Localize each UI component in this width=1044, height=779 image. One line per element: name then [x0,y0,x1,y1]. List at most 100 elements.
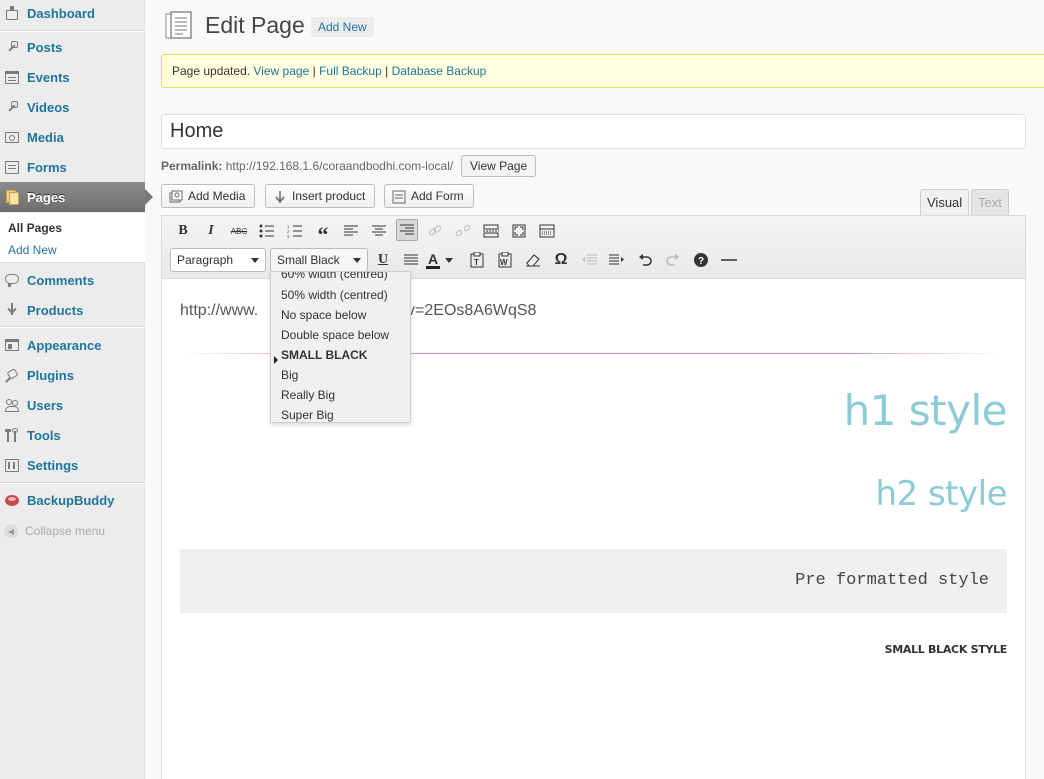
menu-label: Pages [27,189,66,205]
permalink: Permalink: http://192.168.1.6/coraandbod… [161,159,453,173]
unlink-button[interactable] [452,220,474,242]
numbered-list-icon: 123 [287,224,302,238]
align-center-button[interactable] [368,220,390,242]
format-select[interactable]: Paragraph [170,248,266,272]
eraser-icon [526,254,540,267]
add-media-icon [169,189,183,203]
align-right-icon [400,224,414,235]
menu-products[interactable]: Products [0,295,145,325]
text-color-icon: A [426,250,441,269]
styles-select[interactable]: Small Black [270,248,368,272]
strikethrough-button[interactable]: ABC [228,220,250,242]
menu-label: Events [27,69,70,85]
menu-label: Videos [27,99,70,115]
appearance-icon [4,337,20,353]
italic-button[interactable]: I [200,220,222,242]
add-form-button[interactable]: Add Form [384,184,474,208]
menu-comments[interactable]: Comments [0,265,145,295]
omega-icon: Ω [554,251,568,268]
collapse-menu-button[interactable]: ◀ Collapse menu [4,524,105,538]
add-media-button[interactable]: Add Media [161,184,256,208]
insert-product-button[interactable]: Insert product [265,184,376,208]
kitchen-sink-button[interactable] [536,220,558,242]
plugin-icon [4,367,20,383]
paste-text-button[interactable]: T [466,249,488,271]
outdent-button[interactable] [578,249,600,271]
menu-label: Products [27,302,84,318]
fullscreen-icon [512,224,526,238]
justify-button[interactable] [400,249,422,271]
numbered-list-button[interactable]: 123 [284,220,306,242]
fullscreen-button[interactable] [508,220,530,242]
users-icon [4,397,20,413]
menu-plugins[interactable]: Plugins [0,360,145,390]
tab-text[interactable]: Text [971,189,1009,215]
submenu-add-new[interactable]: Add New [8,243,57,257]
update-notice: Page updated. View page | Full Backup | … [161,54,1044,88]
post-title-input[interactable]: Home [161,114,1026,149]
style-option[interactable]: Super Big [281,408,334,422]
style-option[interactable]: Double space below [281,328,389,342]
menu-backupbuddy[interactable]: BackupBuddy [0,485,145,515]
indent-button[interactable] [606,249,628,271]
submenu-all-pages[interactable]: All Pages [8,221,62,235]
permalink-url[interactable]: http://192.168.1.6/coraandbodhi.com-loca… [226,159,453,173]
link-icon [428,225,442,236]
menu-pages[interactable]: Pages [0,182,153,212]
align-left-button[interactable] [340,220,362,242]
form-icon [392,189,406,204]
database-backup-link[interactable]: Database Backup [392,64,487,78]
arrow-down-icon [273,189,287,204]
style-option[interactable]: 50% width (centred) [281,288,388,302]
menu-users[interactable]: Users [0,390,145,420]
view-page-link[interactable]: View page [253,64,309,78]
pages-icon [4,189,20,205]
menu-appearance[interactable]: Appearance [0,330,145,360]
insert-link-button[interactable] [424,220,446,242]
pages-submenu: All Pages Add New [0,213,145,263]
style-option[interactable]: Big [281,368,298,382]
menu-label: Dashboard [27,5,95,21]
paste-word-button[interactable]: W [494,249,516,271]
insert-more-button[interactable] [480,220,502,242]
blockquote-button[interactable]: “ [312,220,334,246]
menu-events[interactable]: Events [0,62,145,92]
redo-button[interactable] [662,249,684,271]
menu-dashboard[interactable]: Dashboard [0,0,145,28]
align-left-icon [344,225,358,236]
content-h2: h2 style [875,474,1007,514]
help-button[interactable]: ? [690,249,712,271]
view-page-button[interactable]: View Page [461,155,537,177]
style-option[interactable]: Really Big [281,388,335,402]
bold-button[interactable]: B [172,220,194,242]
full-backup-link[interactable]: Full Backup [319,64,382,78]
bullet-list-icon [259,224,274,238]
content-small-black: SMALL BLACK STYLE [884,643,1008,656]
underline-button[interactable]: U [372,249,394,271]
pushpin-icon [4,39,20,55]
align-justify-icon [404,254,418,265]
menu-settings[interactable]: Settings [0,450,145,480]
menu-tools[interactable]: Tools [0,420,145,450]
menu-videos[interactable]: Videos [0,92,145,122]
undo-button[interactable] [634,249,656,271]
content-pre-text: Pre formatted style [795,571,989,590]
align-right-button[interactable] [396,219,418,241]
menu-media[interactable]: Media [0,122,145,152]
unlink-icon [456,224,470,237]
menu-forms[interactable]: Forms [0,152,145,182]
special-character-button[interactable]: Ω [550,249,572,271]
horizontal-rule-button[interactable] [718,249,740,271]
blockquote-icon: “ [317,222,329,247]
menu-posts[interactable]: Posts [0,32,145,62]
menu-label: BackupBuddy [27,492,115,508]
text-color-button[interactable]: A [426,249,460,271]
clear-formatting-button[interactable] [522,249,544,271]
permalink-label: Permalink: [161,159,223,173]
style-option[interactable]: 60% width (centred) [281,272,388,281]
tab-visual[interactable]: Visual [920,189,970,216]
bullet-list-button[interactable] [256,220,278,242]
style-option[interactable]: No space below [281,308,366,322]
add-new-button[interactable]: Add New [311,17,374,37]
style-option-selected[interactable]: SMALL BLACK [281,348,367,362]
